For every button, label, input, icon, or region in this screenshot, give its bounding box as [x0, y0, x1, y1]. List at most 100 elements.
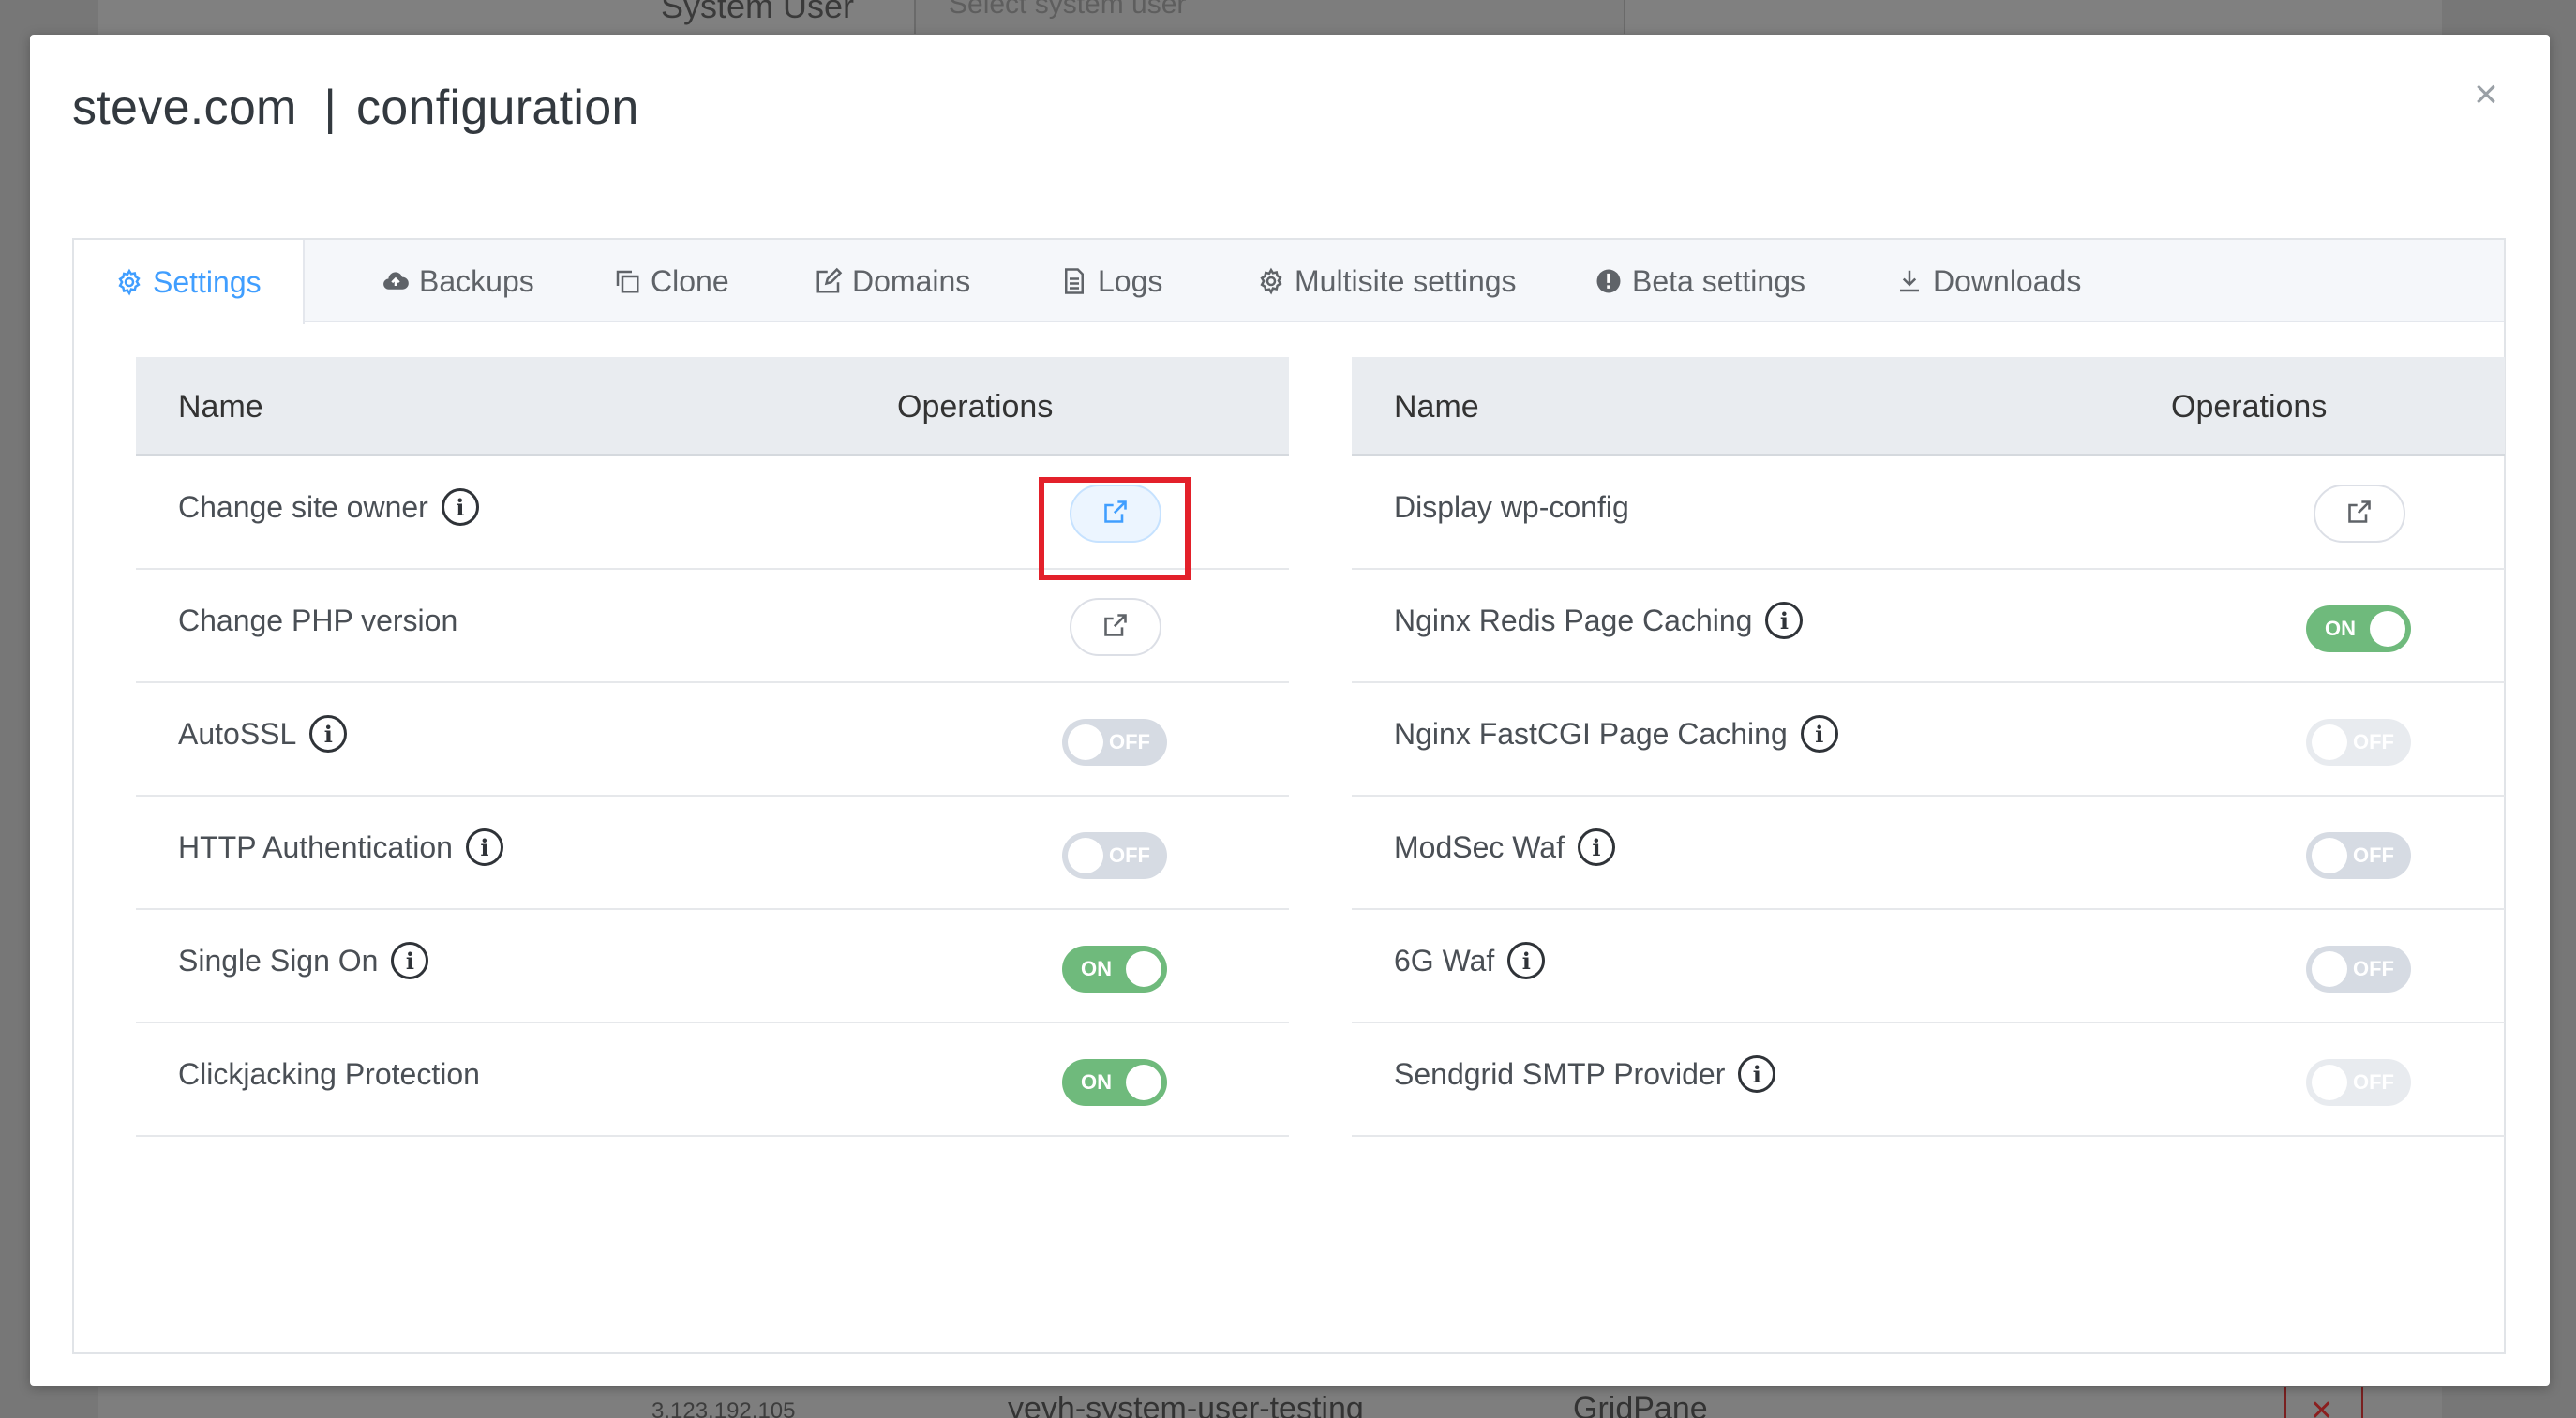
row-label: 6G Waf i: [1394, 910, 1546, 1011]
info-icon[interactable]: i: [441, 488, 479, 526]
table-row: Nginx Redis Page Caching i ON: [1352, 570, 2505, 683]
background-system-user-placeholder: Select system user: [949, 0, 1187, 20]
sendgrid-smtp-provider-toggle: OFF: [2306, 1059, 2411, 1106]
setting-nginx-redis-page-caching: Nginx Redis Page Caching: [1394, 603, 1753, 637]
toggle-state-label: ON: [1081, 1070, 1112, 1094]
tab-bar: Settings Backups Clone Domains Logs Mult…: [74, 240, 2504, 324]
modsec-waf-toggle[interactable]: OFF: [2306, 832, 2411, 879]
display-wp-config-button[interactable]: [2314, 485, 2405, 543]
info-icon[interactable]: i: [1800, 715, 1838, 753]
setting-display-wp-config: Display wp-config: [1394, 489, 1629, 524]
setting-change-site-owner: Change site owner: [178, 489, 428, 524]
toggle-knob: [2312, 724, 2347, 760]
tab-downloads-label: Downloads: [1933, 263, 2082, 298]
right-settings-table: Name Operations Display wp-config Nginx …: [1352, 357, 2505, 1137]
table-header: Name Operations: [1352, 357, 2505, 456]
background-delete-icon: ✕: [2310, 1396, 2334, 1418]
setting-6g-waf: 6G Waf: [1394, 943, 1495, 978]
table-header: Name Operations: [136, 357, 1289, 456]
tab-downloads[interactable]: Downloads: [1895, 240, 2081, 322]
external-link-icon: [2346, 499, 2373, 530]
toggle-knob: [1068, 724, 1103, 760]
6g-waf-toggle[interactable]: OFF: [2306, 946, 2411, 993]
table-row: Sendgrid SMTP Provider i OFF: [1352, 1023, 2505, 1137]
info-icon[interactable]: i: [1507, 942, 1546, 979]
toggle-knob: [1126, 1065, 1161, 1100]
table-row: Clickjacking Protection ON: [136, 1023, 1289, 1137]
toggle-state-label: OFF: [2353, 1070, 2394, 1094]
table-row: Nginx FastCGI Page Caching i OFF: [1352, 683, 2505, 797]
tab-backups-label: Backups: [419, 263, 534, 298]
copy-icon: [613, 267, 641, 295]
tab-beta-settings-label: Beta settings: [1632, 263, 1805, 298]
column-header-operations: Operations: [897, 389, 1054, 425]
info-icon[interactable]: i: [309, 715, 348, 753]
background-system-user-label: System User: [661, 0, 855, 25]
toggle-state-label: OFF: [2353, 957, 2394, 980]
autossl-toggle[interactable]: OFF: [1062, 719, 1167, 766]
tab-beta-settings[interactable]: Beta settings: [1595, 240, 1805, 322]
tab-clone[interactable]: Clone: [613, 240, 729, 322]
nginx-fastcgi-page-caching-toggle: OFF: [2306, 719, 2411, 766]
row-label: ModSec Waf i: [1394, 797, 1615, 898]
table-row: Single Sign On i ON: [136, 910, 1289, 1023]
gear-icon: [1257, 267, 1285, 295]
document-icon: [1060, 267, 1088, 295]
nginx-redis-page-caching-toggle[interactable]: ON: [2306, 605, 2411, 652]
info-icon[interactable]: i: [465, 828, 503, 866]
info-icon[interactable]: i: [1577, 828, 1615, 866]
toggle-knob: [2370, 611, 2405, 647]
toggle-state-label: ON: [2325, 617, 2356, 640]
tab-backups[interactable]: Backups: [382, 240, 534, 322]
gear-icon: [115, 268, 143, 296]
background-system-user-name: yevh-system-user-testing: [1008, 1391, 1364, 1418]
setting-change-php-version: Change PHP version: [178, 603, 458, 637]
column-header-operations: Operations: [2171, 389, 2328, 425]
edit-icon: [815, 267, 843, 295]
toggle-knob: [2312, 951, 2347, 987]
download-icon: [1895, 267, 1924, 295]
single-sign-on-toggle[interactable]: ON: [1062, 946, 1167, 993]
clickjacking-protection-toggle[interactable]: ON: [1062, 1059, 1167, 1106]
tab-logs-label: Logs: [1098, 263, 1163, 298]
tab-logs[interactable]: Logs: [1060, 240, 1162, 322]
table-row: ModSec Waf i OFF: [1352, 797, 2505, 910]
tab-multisite-settings-label: Multisite settings: [1295, 263, 1517, 298]
info-icon[interactable]: i: [1765, 602, 1804, 639]
tab-domains[interactable]: Domains: [815, 240, 970, 322]
modal-title: steve.com | configuration: [72, 80, 639, 136]
toggle-state-label: OFF: [2353, 730, 2394, 754]
configuration-modal: steve.com | configuration × Settings Bac…: [30, 35, 2550, 1386]
change-php-version-button[interactable]: [1070, 598, 1161, 656]
toggle-knob: [1068, 838, 1103, 873]
column-header-name: Name: [178, 389, 263, 425]
configuration-card: Settings Backups Clone Domains Logs Mult…: [72, 238, 2506, 1354]
background-ip-address: 3.123.192.105: [651, 1398, 796, 1418]
modal-site-name: steve.com: [72, 81, 297, 135]
row-label: Change PHP version: [178, 570, 457, 671]
table-row: Change site owner i: [136, 456, 1289, 580]
setting-modsec-waf: ModSec Waf: [1394, 829, 1565, 864]
modal-title-separator: |: [323, 81, 337, 135]
info-icon[interactable]: i: [391, 942, 429, 979]
tab-clone-label: Clone: [651, 263, 729, 298]
info-icon[interactable]: i: [1738, 1055, 1776, 1093]
row-label: Sendgrid SMTP Provider i: [1394, 1023, 1776, 1125]
toggle-knob: [1126, 951, 1161, 987]
tab-settings[interactable]: Settings: [74, 240, 305, 324]
row-label: Single Sign On i: [178, 910, 429, 1011]
row-label: Clickjacking Protection: [178, 1023, 480, 1125]
row-label: AutoSSL i: [178, 683, 348, 784]
left-settings-table: Name Operations Change site owner i Chan…: [136, 357, 1289, 1137]
tab-multisite-settings[interactable]: Multisite settings: [1257, 240, 1517, 322]
highlight-box: [1039, 477, 1191, 580]
table-row: Change PHP version: [136, 570, 1289, 683]
close-icon[interactable]: ×: [2467, 71, 2505, 117]
table-row: Display wp-config: [1352, 456, 2505, 570]
change-site-owner-button[interactable]: [1039, 477, 1191, 580]
cloud-upload-icon: [382, 267, 410, 295]
http-authentication-toggle[interactable]: OFF: [1062, 832, 1167, 879]
row-label: HTTP Authentication i: [178, 797, 503, 898]
column-header-name: Name: [1394, 389, 1479, 425]
toggle-state-label: OFF: [1109, 730, 1150, 754]
